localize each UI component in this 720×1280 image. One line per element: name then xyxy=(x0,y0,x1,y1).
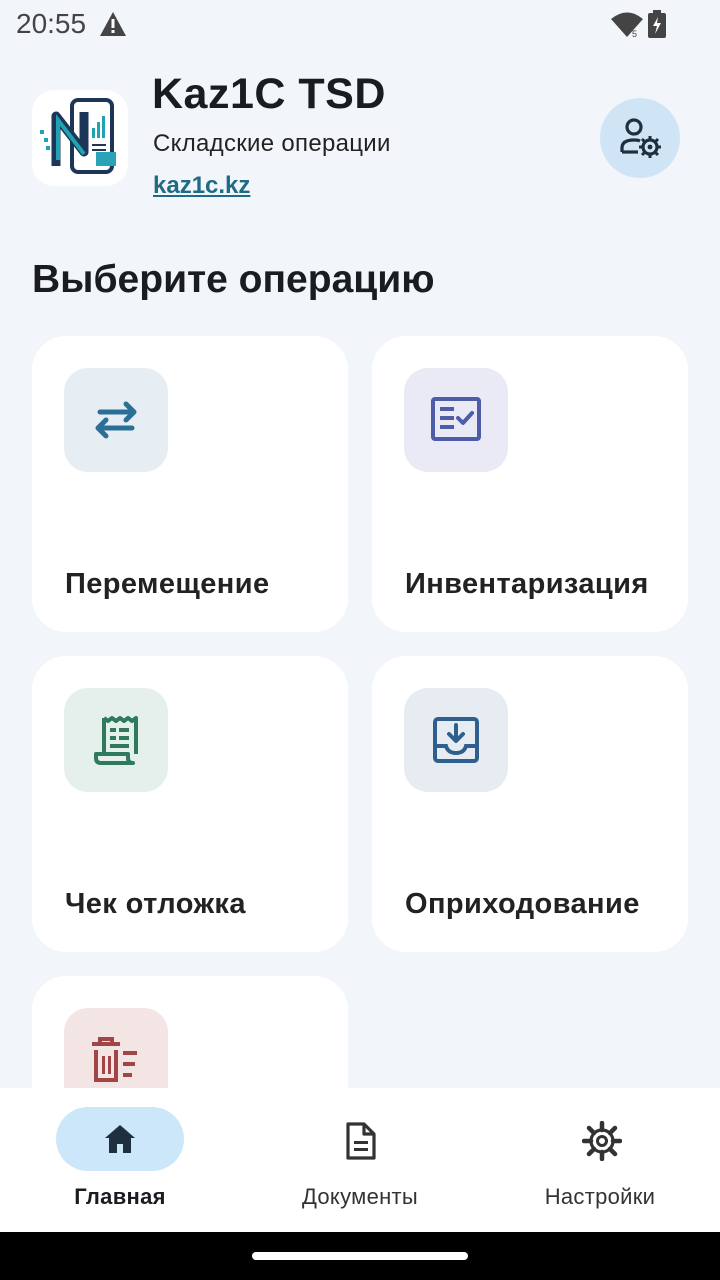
app-title: Kaz1C TSD xyxy=(152,70,386,118)
user-settings-button[interactable] xyxy=(600,98,680,178)
card-label: Оприходование xyxy=(405,888,640,920)
posting-icon-box xyxy=(404,688,508,792)
operation-card-receipt[interactable]: Чек отложка xyxy=(32,656,348,952)
user-settings-icon xyxy=(620,118,661,158)
checklist-icon xyxy=(431,397,481,441)
nav-icon-wrap xyxy=(536,1107,664,1171)
transfer-icon-box xyxy=(64,368,168,472)
gear-icon xyxy=(582,1121,622,1161)
warning-icon xyxy=(100,12,126,36)
receipt-icon xyxy=(94,716,138,765)
inventory-icon-box xyxy=(404,368,508,472)
home-gesture-handle[interactable] xyxy=(252,1252,468,1260)
home-icon xyxy=(105,1125,135,1153)
nav-label-settings: Настройки xyxy=(544,1184,656,1209)
operation-card-transfer[interactable]: Перемещение xyxy=(32,336,348,632)
transfer-arrows-icon xyxy=(95,401,137,439)
bottom-navigation: Главная Документы Настройки xyxy=(0,1088,720,1232)
app-header: Kaz1C TSD Складские операции kaz1c.kz xyxy=(0,70,720,220)
system-navigation-bar xyxy=(0,1232,720,1280)
nav-active-indicator xyxy=(56,1107,184,1171)
card-label: Чек отложка xyxy=(65,888,246,920)
website-link[interactable]: kaz1c.kz xyxy=(153,172,250,200)
app-logo xyxy=(32,90,128,186)
app-subtitle: Складские операции xyxy=(153,130,391,157)
section-title: Выберите операцию xyxy=(32,258,435,301)
receipt-icon-box xyxy=(64,688,168,792)
inbox-download-icon xyxy=(433,717,479,763)
delete-list-icon xyxy=(92,1037,137,1082)
wifi-badge: 5 xyxy=(632,29,637,38)
card-label: Перемещение xyxy=(65,568,270,600)
nav-item-home[interactable]: Главная xyxy=(0,1088,240,1232)
document-icon xyxy=(346,1122,376,1160)
battery-charging-icon xyxy=(648,10,666,38)
status-bar: 20:55 5 xyxy=(0,0,720,50)
nav-icon-wrap xyxy=(296,1107,424,1171)
nav-item-settings[interactable]: Настройки xyxy=(480,1088,720,1232)
nav-label-documents: Документы xyxy=(301,1184,419,1209)
nav-item-documents[interactable]: Документы xyxy=(240,1088,480,1232)
status-time: 20:55 xyxy=(16,8,87,39)
wifi-icon: 5 xyxy=(611,12,643,38)
card-label: Инвентаризация xyxy=(405,568,649,600)
operation-card-posting[interactable]: Оприходование xyxy=(372,656,688,952)
operation-card-inventory[interactable]: Инвентаризация xyxy=(372,336,688,632)
nav-label-home: Главная xyxy=(74,1184,166,1209)
app-logo-icon xyxy=(40,98,116,174)
